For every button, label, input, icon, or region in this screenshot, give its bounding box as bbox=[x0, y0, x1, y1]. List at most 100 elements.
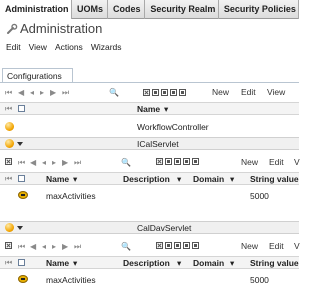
first-page-icon[interactable]: ⏮ bbox=[5, 104, 12, 113]
sort-arrow-icon[interactable]: ▾ bbox=[164, 104, 168, 114]
sort-arrow-icon[interactable]: ▾ bbox=[177, 174, 181, 184]
group-column-header: ⏮ Name ▾ Description ▾ Domain ▾ String v… bbox=[0, 256, 299, 269]
first-page-icon[interactable]: ⏮ bbox=[18, 158, 25, 167]
column-string-value[interactable]: String value bbox=[250, 174, 299, 184]
filter-icon[interactable] bbox=[183, 158, 190, 165]
next-icon[interactable]: ▸ bbox=[52, 242, 56, 251]
tab-security-realm[interactable]: Security Realm bbox=[145, 0, 219, 19]
prev-icon[interactable]: ◂ bbox=[30, 88, 34, 97]
select-all-icon[interactable] bbox=[174, 242, 181, 249]
tab-codes[interactable]: Codes bbox=[108, 0, 146, 19]
sort-arrow-icon[interactable]: ▾ bbox=[73, 174, 77, 184]
menubar: Edit View Actions Wizards bbox=[0, 40, 299, 54]
new-button[interactable]: New bbox=[241, 158, 258, 167]
tab-administration[interactable]: Administration bbox=[0, 0, 72, 20]
menu-actions[interactable]: Actions bbox=[49, 40, 83, 54]
select-icon[interactable] bbox=[165, 158, 172, 165]
remove-icon[interactable] bbox=[5, 158, 12, 165]
remove-icon[interactable] bbox=[143, 89, 150, 96]
select-icon[interactable] bbox=[152, 89, 159, 96]
prev-icon[interactable]: ◂ bbox=[42, 242, 46, 251]
row-value: 5000 bbox=[250, 275, 269, 285]
sort-arrow-icon[interactable]: ▾ bbox=[230, 258, 234, 268]
expand-arrow-icon[interactable] bbox=[17, 142, 23, 146]
row-value: 5000 bbox=[250, 191, 269, 201]
group-header[interactable]: CalDavServlet bbox=[0, 221, 299, 234]
search-icon[interactable]: 🔍 bbox=[109, 88, 119, 97]
remove-icon[interactable] bbox=[156, 158, 163, 165]
prev-page-icon[interactable]: ◀ bbox=[30, 242, 36, 251]
sort-arrow-icon[interactable]: ▾ bbox=[73, 258, 77, 268]
search-icon[interactable]: 🔍 bbox=[121, 158, 131, 167]
group-toolbar: ⏮ ◀ ◂ ▸ ▶ ⏭ 🔍 New Edit V bbox=[0, 239, 300, 254]
select-all-checkbox[interactable] bbox=[18, 175, 25, 182]
prev-icon[interactable]: ◂ bbox=[42, 158, 46, 167]
page-title: Administration bbox=[20, 21, 103, 36]
edit-button[interactable]: Edit bbox=[241, 88, 256, 97]
select-all-icon[interactable] bbox=[174, 158, 181, 165]
expand-arrow-icon[interactable] bbox=[17, 226, 23, 230]
next-icon[interactable]: ▸ bbox=[52, 158, 56, 167]
tab-configurations[interactable]: Configurations bbox=[2, 68, 73, 83]
prev-page-icon[interactable]: ◀ bbox=[30, 158, 36, 167]
select-all-checkbox[interactable] bbox=[18, 259, 25, 266]
status-icon bbox=[5, 139, 14, 148]
columns-icon[interactable] bbox=[192, 158, 199, 165]
next-page-icon[interactable]: ▶ bbox=[62, 158, 68, 167]
search-icon[interactable]: 🔍 bbox=[121, 242, 131, 251]
menu-wizards[interactable]: Wizards bbox=[85, 40, 122, 54]
last-page-icon[interactable]: ⏭ bbox=[74, 158, 81, 167]
filter-icon[interactable] bbox=[170, 89, 177, 96]
row-name: maxActivities bbox=[46, 275, 96, 285]
last-page-icon[interactable]: ⏭ bbox=[74, 242, 81, 251]
columns-icon[interactable] bbox=[192, 242, 199, 249]
column-domain[interactable]: Domain bbox=[193, 174, 224, 184]
new-button[interactable]: New bbox=[212, 88, 229, 97]
column-name[interactable]: Name bbox=[137, 104, 160, 114]
group-toolbar: ⏮ ◀ ◂ ▸ ▶ ⏭ 🔍 New Edit V bbox=[0, 155, 300, 170]
top-tab-strip: Administration UOMs Codes Security Realm… bbox=[0, 0, 299, 20]
column-domain[interactable]: Domain bbox=[193, 258, 224, 268]
next-page-icon[interactable]: ▶ bbox=[50, 88, 56, 97]
column-description[interactable]: Description bbox=[123, 174, 170, 184]
page-header: Administration bbox=[0, 19, 299, 39]
group-name: ICalServlet bbox=[137, 139, 179, 149]
first-page-icon[interactable]: ⏮ bbox=[5, 88, 12, 97]
remove-icon[interactable] bbox=[5, 242, 12, 249]
first-page-icon[interactable]: ⏮ bbox=[5, 258, 12, 267]
column-description[interactable]: Description bbox=[123, 258, 170, 268]
column-name[interactable]: Name bbox=[46, 174, 69, 184]
tab-uoms[interactable]: UOMs bbox=[72, 0, 108, 19]
edit-button[interactable]: Edit bbox=[269, 242, 284, 251]
group-header[interactable]: ICalServlet bbox=[0, 137, 299, 150]
select-icon[interactable] bbox=[165, 242, 172, 249]
menu-edit[interactable]: Edit bbox=[0, 40, 21, 54]
view-button[interactable]: V bbox=[294, 158, 300, 167]
filter-icon[interactable] bbox=[183, 242, 190, 249]
column-string-value[interactable]: String value bbox=[250, 258, 299, 268]
table-row[interactable]: WorkflowController bbox=[0, 120, 299, 133]
sort-arrow-icon[interactable]: ▾ bbox=[230, 174, 234, 184]
edit-button[interactable]: Edit bbox=[269, 158, 284, 167]
first-page-icon[interactable]: ⏮ bbox=[18, 242, 25, 251]
remove-icon[interactable] bbox=[156, 242, 163, 249]
sort-arrow-icon[interactable]: ▾ bbox=[177, 258, 181, 268]
status-icon bbox=[5, 122, 14, 131]
select-all-icon[interactable] bbox=[161, 89, 168, 96]
main-toolbar: ⏮ ◀ ◂ ▸ ▶ ⏭ 🔍 New Edit View bbox=[0, 85, 299, 100]
first-page-icon[interactable]: ⏮ bbox=[5, 174, 12, 183]
tab-security-policies[interactable]: Security Policies bbox=[219, 0, 299, 19]
view-button[interactable]: View bbox=[267, 88, 285, 97]
next-icon[interactable]: ▸ bbox=[40, 88, 44, 97]
view-button[interactable]: V bbox=[294, 242, 300, 251]
menu-view[interactable]: View bbox=[23, 40, 47, 54]
new-button[interactable]: New bbox=[241, 242, 258, 251]
prev-page-icon[interactable]: ◀ bbox=[18, 88, 24, 97]
columns-icon[interactable] bbox=[179, 89, 186, 96]
table-row[interactable]: maxActivities 5000 bbox=[0, 273, 299, 286]
next-page-icon[interactable]: ▶ bbox=[62, 242, 68, 251]
select-all-checkbox[interactable] bbox=[18, 105, 25, 112]
last-page-icon[interactable]: ⏭ bbox=[62, 88, 69, 97]
column-name[interactable]: Name bbox=[46, 258, 69, 268]
table-row[interactable]: maxActivities 5000 bbox=[0, 189, 299, 202]
